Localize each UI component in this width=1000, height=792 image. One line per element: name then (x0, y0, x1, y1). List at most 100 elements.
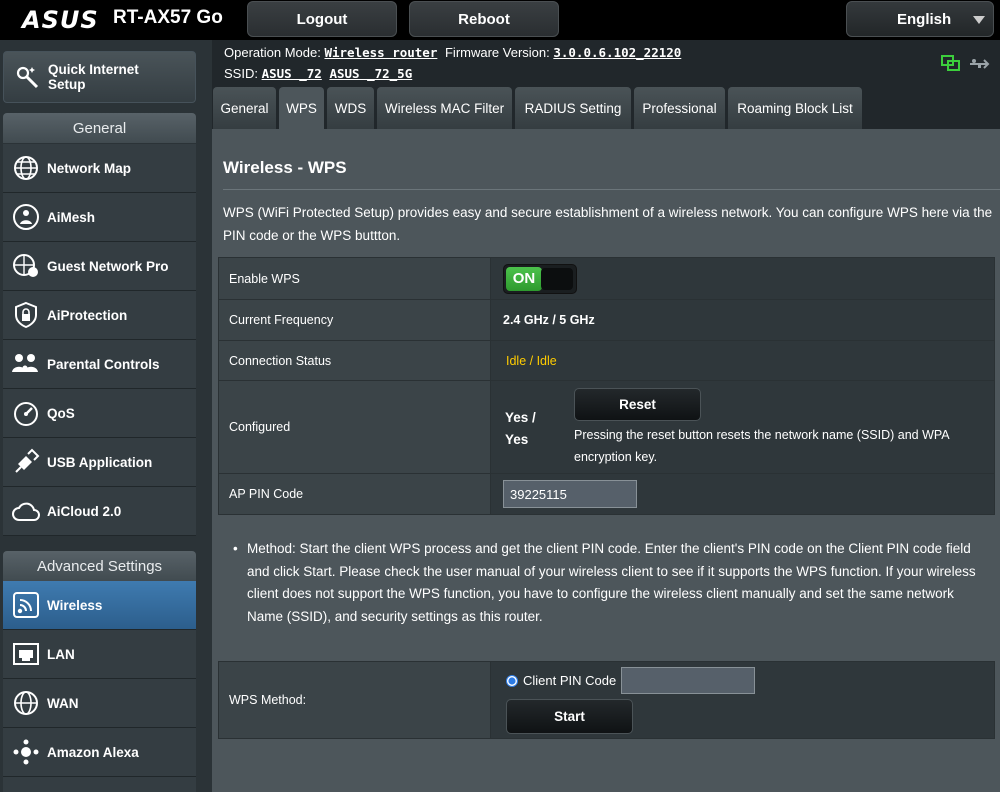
firmware-link[interactable]: 3.0.0.6.102_22120 (553, 45, 681, 60)
page-title: Wireless - WPS (223, 158, 347, 177)
configured-label: Configured (218, 380, 491, 474)
configured-value-1: Yes / (505, 410, 536, 425)
sidebar-item-guest-network-pro[interactable]: Guest Network Pro (3, 242, 196, 291)
network-status-icon[interactable] (941, 55, 961, 78)
configured-value-2: Yes (505, 432, 529, 447)
page-description: WPS (WiFi Protected Setup) provides easy… (223, 205, 993, 243)
speedometer-icon (11, 398, 41, 428)
wand-icon (12, 62, 42, 92)
tab-general[interactable]: General (213, 87, 276, 129)
ssid-link-1[interactable]: ASUS _72 (262, 66, 322, 81)
language-select[interactable]: English (846, 1, 994, 37)
ap-pin-input[interactable] (503, 480, 637, 508)
usb-status-icon[interactable] (968, 57, 992, 76)
bullet-icon: • (233, 541, 238, 556)
ssid-link-2[interactable]: ASUS _72_5G (329, 66, 412, 81)
wps-method-label: WPS Method: (218, 661, 491, 739)
sidebar-item-lan[interactable]: LAN (3, 630, 196, 679)
usb-icon (11, 447, 41, 477)
table-row: Current Frequency 2.4 GHz / 5 GHz (218, 299, 995, 341)
start-button[interactable]: Start (506, 699, 633, 734)
sidebar-item-aicloud[interactable]: AiCloud 2.0 (3, 487, 196, 536)
chevron-down-icon (973, 16, 985, 24)
wps-method-table: WPS Method: Client PIN Code Start (218, 661, 995, 739)
sidebar-item-aimesh[interactable]: AiMesh (3, 193, 196, 242)
enable-wps-toggle[interactable]: ON (503, 263, 577, 294)
sidebar-item-label: LAN (47, 646, 75, 662)
globe-icon (11, 153, 41, 183)
tab-roaming-block-list[interactable]: Roaming Block List (728, 87, 862, 129)
sidebar: Quick Internet Setup General Network Map… (0, 40, 212, 792)
enable-wps-label: Enable WPS (218, 257, 491, 300)
asus-logo: ASUS (22, 6, 99, 34)
sidebar-item-network-map[interactable]: Network Map (3, 144, 196, 193)
sidebar-item-more[interactable] (3, 777, 196, 792)
ap-pin-label: AP PIN Code (218, 473, 491, 515)
wan-globe-icon (11, 688, 41, 718)
sidebar-item-label: Parental Controls (47, 356, 160, 372)
ssid-label: SSID: (224, 66, 258, 81)
toggle-on-label: ON (506, 266, 542, 291)
table-row: Enable WPS ON (218, 257, 995, 300)
ssid-line: SSID: ASUS _72 ASUS _72_5G (224, 66, 412, 81)
toggle-knob (541, 267, 573, 290)
title-divider (223, 189, 1000, 190)
sidebar-item-label: WAN (47, 695, 79, 711)
operation-mode-link[interactable]: Wireless router (324, 45, 437, 60)
method-note: Method: Start the client WPS process and… (247, 541, 976, 624)
sidebar-item-label: AiMesh (47, 209, 96, 225)
guest-network-icon (11, 251, 41, 281)
top-bar: ASUS RT-AX57 Go Logout Reboot English (0, 0, 1000, 40)
router-model: RT-AX57 Go (113, 7, 223, 28)
quick-setup-label: Quick Internet Setup (48, 62, 139, 92)
sidebar-item-wan[interactable]: WAN (3, 679, 196, 728)
reboot-button[interactable]: Reboot (409, 1, 559, 37)
client-pin-radio[interactable] (506, 674, 518, 687)
table-row: WPS Method: Client PIN Code Start (218, 661, 995, 739)
table-row: Configured Yes / Yes Reset Pressing the … (218, 380, 995, 474)
family-icon (11, 349, 41, 379)
reset-note: Pressing the reset button resets the net… (574, 428, 949, 464)
tab-wps[interactable]: WPS (279, 87, 324, 129)
firmware-label: Firmware Version: (444, 45, 550, 60)
cloud-icon (11, 496, 41, 526)
operation-mode-line: Operation Mode: Wireless router Firmware… (224, 45, 681, 60)
sidebar-item-qos[interactable]: QoS (3, 389, 196, 438)
logout-button[interactable]: Logout (247, 1, 397, 37)
tab-wireless-mac-filter[interactable]: Wireless MAC Filter (377, 87, 512, 129)
tab-wds[interactable]: WDS (327, 87, 374, 129)
sidebar-item-label: Guest Network Pro (47, 258, 169, 274)
sidebar-item-usb-application[interactable]: USB Application (3, 438, 196, 487)
client-pin-label: Client PIN Code (523, 673, 617, 688)
tab-professional[interactable]: Professional (634, 87, 725, 129)
sidebar-item-wireless[interactable]: Wireless (3, 581, 196, 630)
table-row: Connection Status Idle / Idle (218, 340, 995, 381)
tab-radius-setting[interactable]: RADIUS Setting (515, 87, 631, 129)
wps-settings-table: Enable WPS ON Current Frequency 2.4 GHz … (218, 257, 995, 515)
advanced-section-heading: Advanced Settings (3, 551, 196, 581)
sidebar-item-label: AiCloud 2.0 (47, 503, 122, 519)
content-panel: Wireless - WPS WPS (WiFi Protected Setup… (212, 129, 1000, 792)
frequency-label: Current Frequency (218, 299, 491, 341)
aimesh-icon (11, 202, 41, 232)
sidebar-item-amazon-alexa[interactable]: Amazon Alexa (3, 728, 196, 777)
wifi-icon (11, 590, 41, 620)
operation-mode-label: Operation Mode: (224, 45, 321, 60)
alexa-icon (11, 737, 41, 767)
sidebar-item-label: Network Map (47, 160, 132, 176)
language-label: English (897, 10, 952, 28)
sidebar-item-aiprotection[interactable]: AiProtection (3, 291, 196, 340)
connection-status-value: Idle / Idle (490, 340, 995, 381)
sidebar-item-label: AiProtection (47, 307, 128, 323)
sidebar-item-label: Wireless (47, 597, 103, 613)
quick-internet-setup-button[interactable]: Quick Internet Setup (3, 51, 196, 103)
sidebar-item-label: QoS (47, 405, 75, 421)
general-section-heading: General (3, 113, 196, 143)
sidebar-item-parental-controls[interactable]: Parental Controls (3, 340, 196, 389)
status-label: Connection Status (218, 340, 491, 381)
lan-icon (11, 639, 41, 669)
client-pin-input[interactable] (621, 667, 756, 694)
reset-button[interactable]: Reset (574, 388, 701, 421)
frequency-value: 2.4 GHz / 5 GHz (490, 299, 995, 341)
sidebar-item-label: Amazon Alexa (47, 744, 139, 760)
